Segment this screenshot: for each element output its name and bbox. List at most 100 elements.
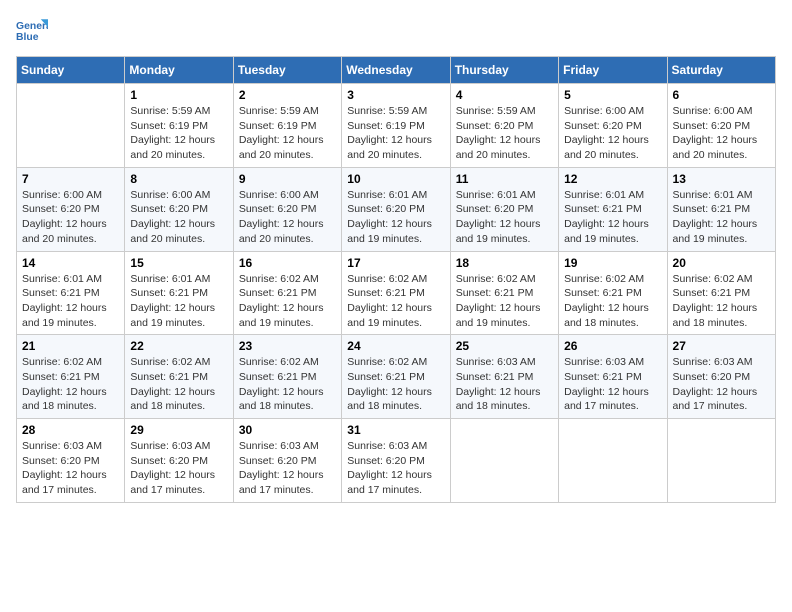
day-info: Sunrise: 6:02 AMSunset: 6:21 PMDaylight:…: [130, 355, 227, 414]
day-number: 5: [564, 88, 661, 102]
day-info: Sunrise: 6:02 AMSunset: 6:21 PMDaylight:…: [347, 272, 444, 331]
calendar-cell: 6 Sunrise: 6:00 AMSunset: 6:20 PMDaylight…: [667, 84, 775, 168]
calendar-cell: 30 Sunrise: 6:03 AMSunset: 6:20 PMDayligh…: [233, 419, 341, 503]
day-number: 1: [130, 88, 227, 102]
day-info: Sunrise: 6:01 AMSunset: 6:20 PMDaylight:…: [456, 188, 553, 247]
day-number: 4: [456, 88, 553, 102]
day-info: Sunrise: 5:59 AMSunset: 6:20 PMDaylight:…: [456, 104, 553, 163]
col-header-friday: Friday: [559, 57, 667, 84]
day-info: Sunrise: 6:03 AMSunset: 6:20 PMDaylight:…: [130, 439, 227, 498]
calendar-week-row: 14 Sunrise: 6:01 AMSunset: 6:21 PMDayligh…: [17, 251, 776, 335]
day-number: 19: [564, 256, 661, 270]
calendar-cell: 14 Sunrise: 6:01 AMSunset: 6:21 PMDayligh…: [17, 251, 125, 335]
day-number: 6: [673, 88, 770, 102]
calendar-week-row: 7 Sunrise: 6:00 AMSunset: 6:20 PMDaylight…: [17, 167, 776, 251]
day-number: 25: [456, 339, 553, 353]
calendar-cell: [667, 419, 775, 503]
day-number: 17: [347, 256, 444, 270]
calendar-cell: [17, 84, 125, 168]
day-number: 26: [564, 339, 661, 353]
day-number: 27: [673, 339, 770, 353]
day-info: Sunrise: 6:00 AMSunset: 6:20 PMDaylight:…: [673, 104, 770, 163]
col-header-saturday: Saturday: [667, 57, 775, 84]
day-number: 10: [347, 172, 444, 186]
calendar-cell: 4 Sunrise: 5:59 AMSunset: 6:20 PMDaylight…: [450, 84, 558, 168]
logo-icon: General Blue: [16, 16, 48, 48]
day-info: Sunrise: 6:03 AMSunset: 6:20 PMDaylight:…: [673, 355, 770, 414]
calendar-cell: 20Sunrise: 6:02 AMSunset: 6:21 PMDayligh…: [667, 251, 775, 335]
day-info: Sunrise: 6:03 AMSunset: 6:21 PMDaylight:…: [564, 355, 661, 414]
svg-text:General: General: [16, 21, 48, 32]
day-number: 3: [347, 88, 444, 102]
calendar-cell: 22 Sunrise: 6:02 AMSunset: 6:21 PMDayligh…: [125, 335, 233, 419]
calendar-cell: 1 Sunrise: 5:59 AMSunset: 6:19 PMDaylight…: [125, 84, 233, 168]
calendar-table: SundayMondayTuesdayWednesdayThursdayFrid…: [16, 56, 776, 503]
calendar-cell: 9Sunrise: 6:00 AMSunset: 6:20 PMDaylight…: [233, 167, 341, 251]
calendar-cell: 28Sunrise: 6:03 AMSunset: 6:20 PMDayligh…: [17, 419, 125, 503]
calendar-cell: 19 Sunrise: 6:02 AMSunset: 6:21 PMDayligh…: [559, 251, 667, 335]
col-header-tuesday: Tuesday: [233, 57, 341, 84]
day-info: Sunrise: 6:01 AMSunset: 6:21 PMDaylight:…: [130, 272, 227, 331]
calendar-cell: 12 Sunrise: 6:01 AMSunset: 6:21 PMDayligh…: [559, 167, 667, 251]
calendar-cell: 8 Sunrise: 6:00 AMSunset: 6:20 PMDaylight…: [125, 167, 233, 251]
day-number: 18: [456, 256, 553, 270]
day-number: 13: [673, 172, 770, 186]
calendar-cell: 15 Sunrise: 6:01 AMSunset: 6:21 PMDayligh…: [125, 251, 233, 335]
calendar-cell: 2Sunrise: 5:59 AMSunset: 6:19 PMDaylight…: [233, 84, 341, 168]
day-number: 24: [347, 339, 444, 353]
day-info: Sunrise: 6:00 AMSunset: 6:20 PMDaylight:…: [22, 188, 119, 247]
col-header-monday: Monday: [125, 57, 233, 84]
day-number: 14: [22, 256, 119, 270]
svg-text:Blue: Blue: [16, 32, 39, 43]
day-info: Sunrise: 5:59 AMSunset: 6:19 PMDaylight:…: [130, 104, 227, 163]
day-number: 23: [239, 339, 336, 353]
calendar-cell: 18 Sunrise: 6:02 AMSunset: 6:21 PMDayligh…: [450, 251, 558, 335]
day-number: 30: [239, 423, 336, 437]
day-number: 8: [130, 172, 227, 186]
day-info: Sunrise: 6:00 AMSunset: 6:20 PMDaylight:…: [239, 188, 336, 247]
day-number: 7: [22, 172, 119, 186]
calendar-cell: 5 Sunrise: 6:00 AMSunset: 6:20 PMDaylight…: [559, 84, 667, 168]
day-info: Sunrise: 5:59 AMSunset: 6:19 PMDaylight:…: [347, 104, 444, 163]
day-number: 28: [22, 423, 119, 437]
day-info: Sunrise: 6:02 AMSunset: 6:21 PMDaylight:…: [564, 272, 661, 331]
day-number: 29: [130, 423, 227, 437]
logo: General Blue: [16, 16, 48, 48]
day-info: Sunrise: 6:01 AMSunset: 6:21 PMDaylight:…: [564, 188, 661, 247]
day-info: Sunrise: 6:02 AMSunset: 6:21 PMDaylight:…: [456, 272, 553, 331]
calendar-week-row: 28 Sunrise: 6:03 AMSunset: 6:20 PMDayligh…: [17, 419, 776, 503]
day-info: Sunrise: 6:01 AMSunset: 6:21 PMDaylight:…: [673, 188, 770, 247]
col-header-wednesday: Wednesday: [342, 57, 450, 84]
calendar-cell: 17 Sunrise: 6:02 AMSunset: 6:21 PMDayligh…: [342, 251, 450, 335]
col-header-thursday: Thursday: [450, 57, 558, 84]
day-info: Sunrise: 6:02 AMSunset: 6:21 PMDaylight:…: [239, 272, 336, 331]
day-number: 2: [239, 88, 336, 102]
calendar-cell: 31Sunrise: 6:03 AMSunset: 6:20 PMDayligh…: [342, 419, 450, 503]
calendar-header-row: SundayMondayTuesdayWednesdayThursdayFrid…: [17, 57, 776, 84]
day-number: 11: [456, 172, 553, 186]
day-info: Sunrise: 6:00 AMSunset: 6:20 PMDaylight:…: [130, 188, 227, 247]
day-info: Sunrise: 6:02 AMSunset: 6:21 PMDaylight:…: [347, 355, 444, 414]
calendar-cell: 29 Sunrise: 6:03 AMSunset: 6:20 PMDayligh…: [125, 419, 233, 503]
day-info: Sunrise: 6:03 AMSunset: 6:20 PMDaylight:…: [347, 439, 444, 498]
day-info: Sunrise: 6:01 AMSunset: 6:21 PMDaylight:…: [22, 272, 119, 331]
page-header: General Blue: [16, 16, 776, 48]
day-number: 22: [130, 339, 227, 353]
day-info: Sunrise: 6:02 AMSunset: 6:21 PMDaylight:…: [673, 272, 770, 331]
day-info: Sunrise: 6:02 AMSunset: 6:21 PMDaylight:…: [239, 355, 336, 414]
calendar-cell: 27 Sunrise: 6:03 AMSunset: 6:20 PMDayligh…: [667, 335, 775, 419]
day-info: Sunrise: 6:03 AMSunset: 6:21 PMDaylight:…: [456, 355, 553, 414]
calendar-cell: [559, 419, 667, 503]
calendar-cell: 24 Sunrise: 6:02 AMSunset: 6:21 PMDayligh…: [342, 335, 450, 419]
calendar-cell: 26 Sunrise: 6:03 AMSunset: 6:21 PMDayligh…: [559, 335, 667, 419]
calendar-week-row: 21Sunrise: 6:02 AMSunset: 6:21 PMDayligh…: [17, 335, 776, 419]
day-number: 15: [130, 256, 227, 270]
day-number: 16: [239, 256, 336, 270]
calendar-cell: 21Sunrise: 6:02 AMSunset: 6:21 PMDayligh…: [17, 335, 125, 419]
calendar-cell: 25 Sunrise: 6:03 AMSunset: 6:21 PMDayligh…: [450, 335, 558, 419]
calendar-cell: 16 Sunrise: 6:02 AMSunset: 6:21 PMDayligh…: [233, 251, 341, 335]
day-info: Sunrise: 6:03 AMSunset: 6:20 PMDaylight:…: [239, 439, 336, 498]
calendar-cell: 13 Sunrise: 6:01 AMSunset: 6:21 PMDayligh…: [667, 167, 775, 251]
day-info: Sunrise: 6:00 AMSunset: 6:20 PMDaylight:…: [564, 104, 661, 163]
day-number: 12: [564, 172, 661, 186]
